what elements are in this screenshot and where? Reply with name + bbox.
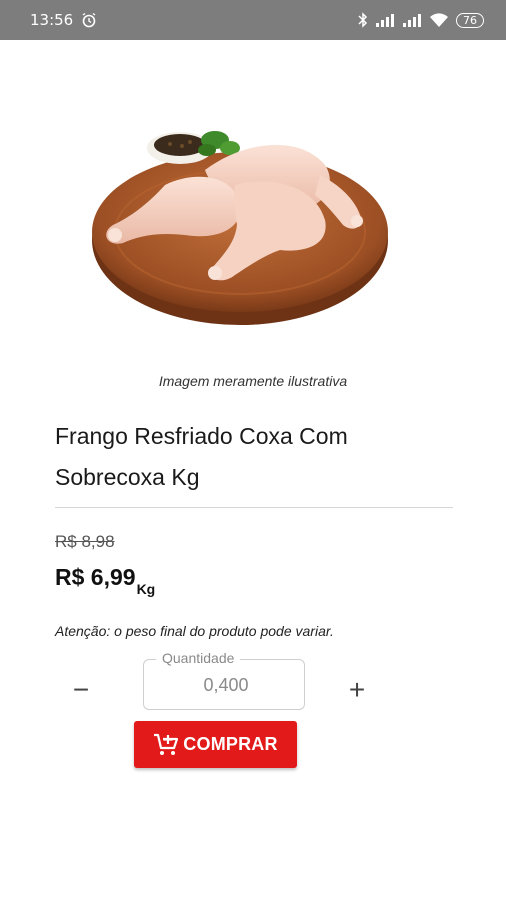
image-disclaimer: Imagem meramente ilustrativa: [158, 373, 348, 389]
status-bar: 13:56 76: [0, 0, 506, 40]
product-title: Frango Resfriado Coxa Com Sobrecoxa Kg: [55, 423, 348, 490]
price-value: R$ 6,99: [55, 564, 136, 590]
quantity-label: Quantidade: [156, 650, 241, 666]
old-price: R$ 8,98: [55, 532, 115, 551]
add-to-cart-icon: [154, 733, 179, 755]
product-image: [92, 131, 388, 325]
current-price: R$ 6,99Kg: [55, 564, 155, 597]
battery-icon: 76: [456, 12, 484, 28]
divider: [55, 507, 453, 508]
status-right: 76: [358, 12, 484, 28]
buy-button-label: COMPRAR: [183, 734, 278, 754]
signal-icon: [376, 14, 394, 27]
weight-warning: Atenção: o peso final do produto pode va…: [55, 623, 334, 639]
increment-button[interactable]: +: [342, 673, 372, 707]
signal-icon: [403, 14, 421, 27]
alarm-icon: [82, 12, 96, 28]
bluetooth-icon: [358, 12, 368, 28]
buy-button[interactable]: COMPRAR: [134, 721, 297, 768]
wifi-icon: [430, 12, 448, 27]
price-unit: Kg: [136, 581, 156, 597]
decrement-button[interactable]: −: [66, 673, 96, 707]
status-left: 13:56: [30, 11, 97, 29]
quantity-field[interactable]: Quantidade: [143, 650, 308, 711]
quantity-input[interactable]: [144, 660, 308, 711]
status-time: 13:56: [30, 11, 74, 29]
